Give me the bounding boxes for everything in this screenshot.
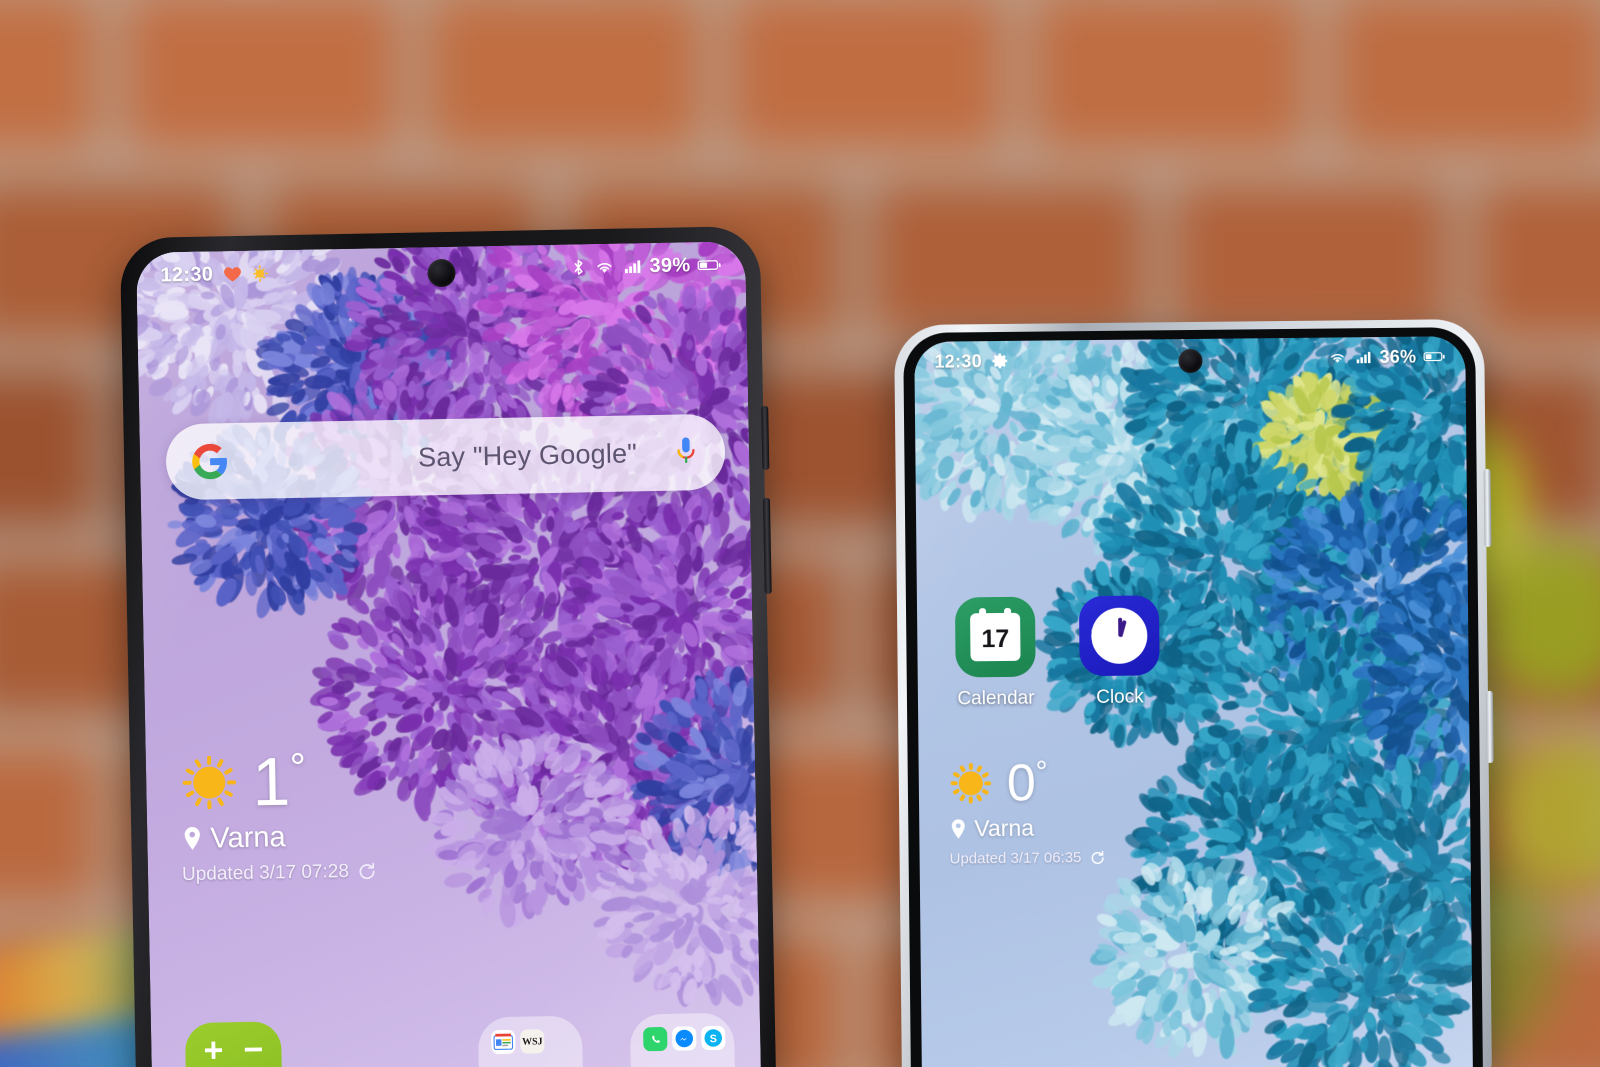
status-time: 12:30 — [160, 263, 213, 287]
clock-icon — [1079, 595, 1160, 676]
wallpaper-purple — [136, 241, 761, 1067]
mini-skype-icon: S — [701, 1026, 725, 1050]
brightness-icon — [251, 263, 271, 283]
dock-item-calculator[interactable]: + − × ÷ — [181, 1021, 287, 1067]
weather-location: Varna — [210, 821, 286, 855]
sun-icon — [180, 753, 239, 812]
volume-button-left-phone[interactable] — [761, 406, 769, 470]
mini-messenger-icon — [672, 1026, 696, 1050]
phone-right-screen[interactable]: 12:30 36% 17 Calendar Clock 0° Varna Upd… — [914, 336, 1473, 1067]
home-screen-dock-row: + − × ÷ WSJ — [181, 1013, 736, 1067]
power-button-right-phone[interactable] — [1486, 691, 1494, 763]
weather-widget-right[interactable]: 0° Varna Updated 3/17 06:35 — [949, 758, 1106, 868]
battery-icon — [1423, 349, 1445, 363]
weather-widget-left[interactable]: 1° Varna Updated 3/17 07:28 — [180, 748, 377, 886]
folder-icon: S — [630, 1013, 736, 1067]
home-screen-apps: 17 Calendar Clock — [951, 595, 1164, 710]
battery-percent: 39% — [649, 254, 690, 278]
calculator-icon: + − × ÷ — [185, 1021, 283, 1067]
google-g-icon — [192, 443, 229, 480]
refresh-icon[interactable] — [1089, 850, 1105, 866]
phone-right: 12:30 36% 17 Calendar Clock 0° Varna Upd… — [894, 319, 1492, 1067]
degree-symbol: ° — [289, 746, 306, 790]
photo-scene: 12:30 39% Say "Hey Google" 1° Varna Upda… — [0, 0, 1600, 1067]
calc-minus: − — [243, 1030, 264, 1067]
signal-icon — [622, 256, 642, 276]
temperature-value: 0 — [1007, 754, 1037, 812]
weather-updated: Updated 3/17 07:28 — [182, 861, 349, 886]
weather-updated: Updated 3/17 06:35 — [950, 849, 1082, 867]
refresh-icon[interactable] — [357, 861, 377, 881]
weather-location: Varna — [974, 815, 1034, 843]
phone-left: 12:30 39% Say "Hey Google" 1° Varna Upda… — [120, 226, 776, 1067]
status-bar-right: 12:30 36% — [914, 336, 1465, 382]
location-pin-icon — [181, 826, 203, 852]
signal-icon — [1354, 348, 1372, 366]
dock-item-messaging-folder[interactable]: S — [630, 1013, 736, 1067]
phone-left-screen[interactable]: 12:30 39% Say "Hey Google" 1° Varna Upda… — [136, 241, 761, 1067]
search-placeholder-text: Say "Hey Google" — [418, 438, 638, 473]
app-clock[interactable]: Clock — [1075, 595, 1164, 709]
bluetooth-icon — [570, 257, 586, 277]
gear-icon — [991, 352, 1009, 370]
temperature-value: 1 — [252, 744, 291, 821]
app-label-calendar: Calendar — [957, 688, 1034, 711]
microphone-icon[interactable] — [673, 435, 700, 469]
volume-button-right-phone[interactable] — [1484, 469, 1492, 547]
mini-wsj-icon: WSJ — [520, 1029, 544, 1053]
battery-icon — [697, 257, 721, 273]
calendar-icon: 17 — [955, 597, 1036, 678]
mini-whatsapp-icon — [643, 1027, 667, 1051]
wifi-icon — [1327, 348, 1347, 366]
dock-item-news-folder[interactable]: WSJ — [478, 1015, 584, 1067]
sun-icon — [949, 761, 993, 805]
heart-icon — [222, 264, 242, 284]
battery-percent: 36% — [1379, 346, 1416, 367]
calendar-day-number: 17 — [981, 625, 1009, 654]
app-label-clock: Clock — [1096, 687, 1144, 709]
app-calendar[interactable]: 17 Calendar — [951, 597, 1040, 711]
wifi-icon — [593, 257, 615, 277]
svg-text:S: S — [710, 1033, 717, 1045]
folder-icon: WSJ — [478, 1015, 584, 1067]
google-search-bar[interactable]: Say "Hey Google" — [165, 414, 725, 501]
status-time: 12:30 — [934, 351, 982, 372]
calc-plus: + — [203, 1031, 224, 1067]
mini-google-news-icon — [491, 1030, 515, 1054]
degree-symbol: ° — [1035, 756, 1047, 789]
location-pin-icon — [949, 818, 967, 840]
